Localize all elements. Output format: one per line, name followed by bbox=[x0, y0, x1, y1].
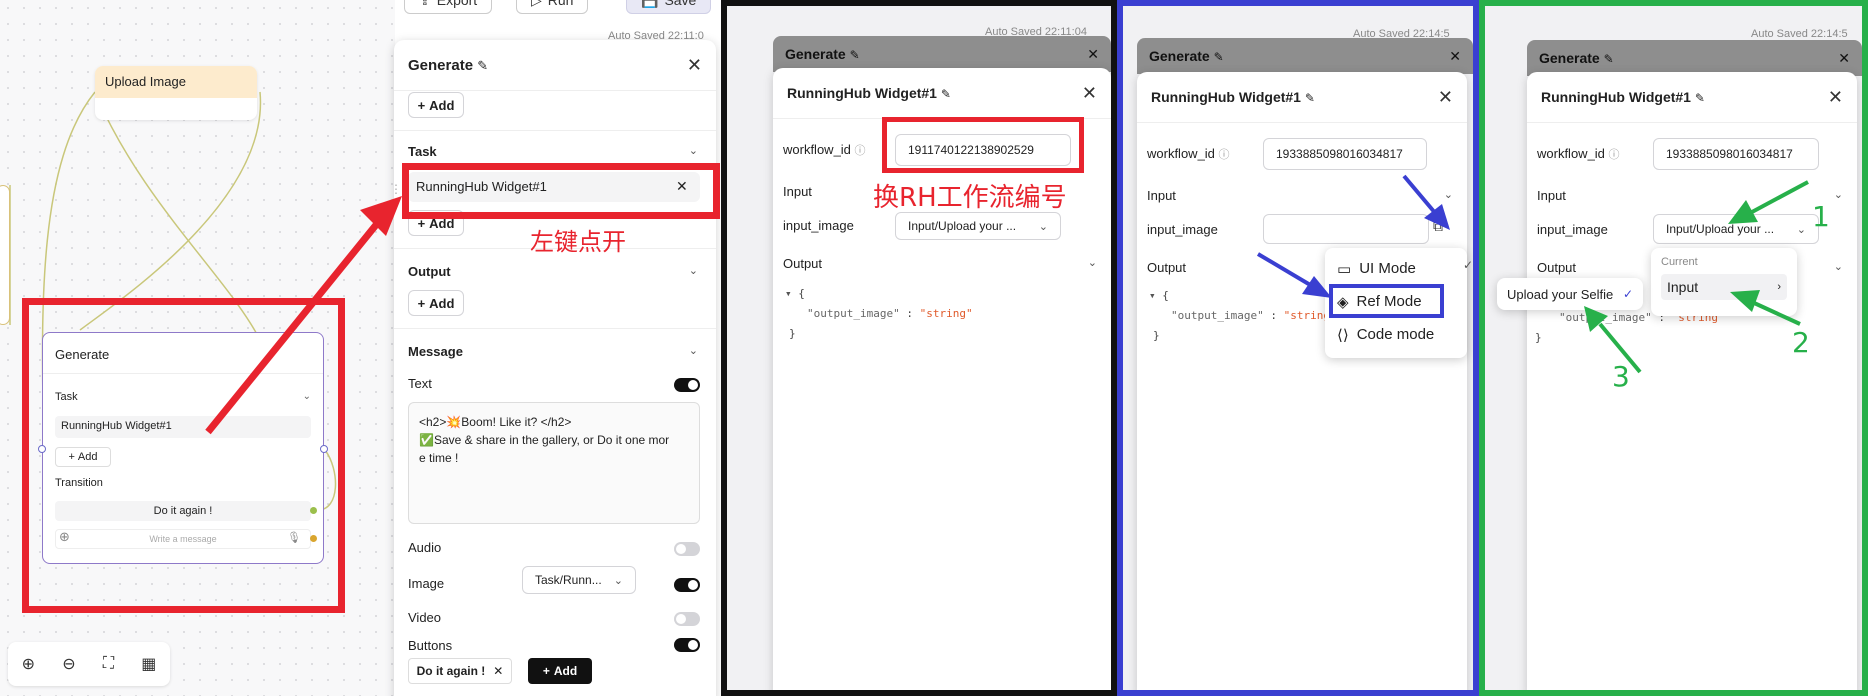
annotation-step-3: 3 bbox=[1612, 360, 1630, 393]
annotation-step-1: 1 bbox=[1812, 200, 1830, 233]
annotation-left-click-open: 左键点开 bbox=[530, 228, 626, 256]
annotation-step-2: 2 bbox=[1792, 326, 1810, 359]
annotation-arrows bbox=[205, 174, 1809, 435]
annotation-change-rh-id: 换RH工作流编号 bbox=[873, 183, 1067, 213]
